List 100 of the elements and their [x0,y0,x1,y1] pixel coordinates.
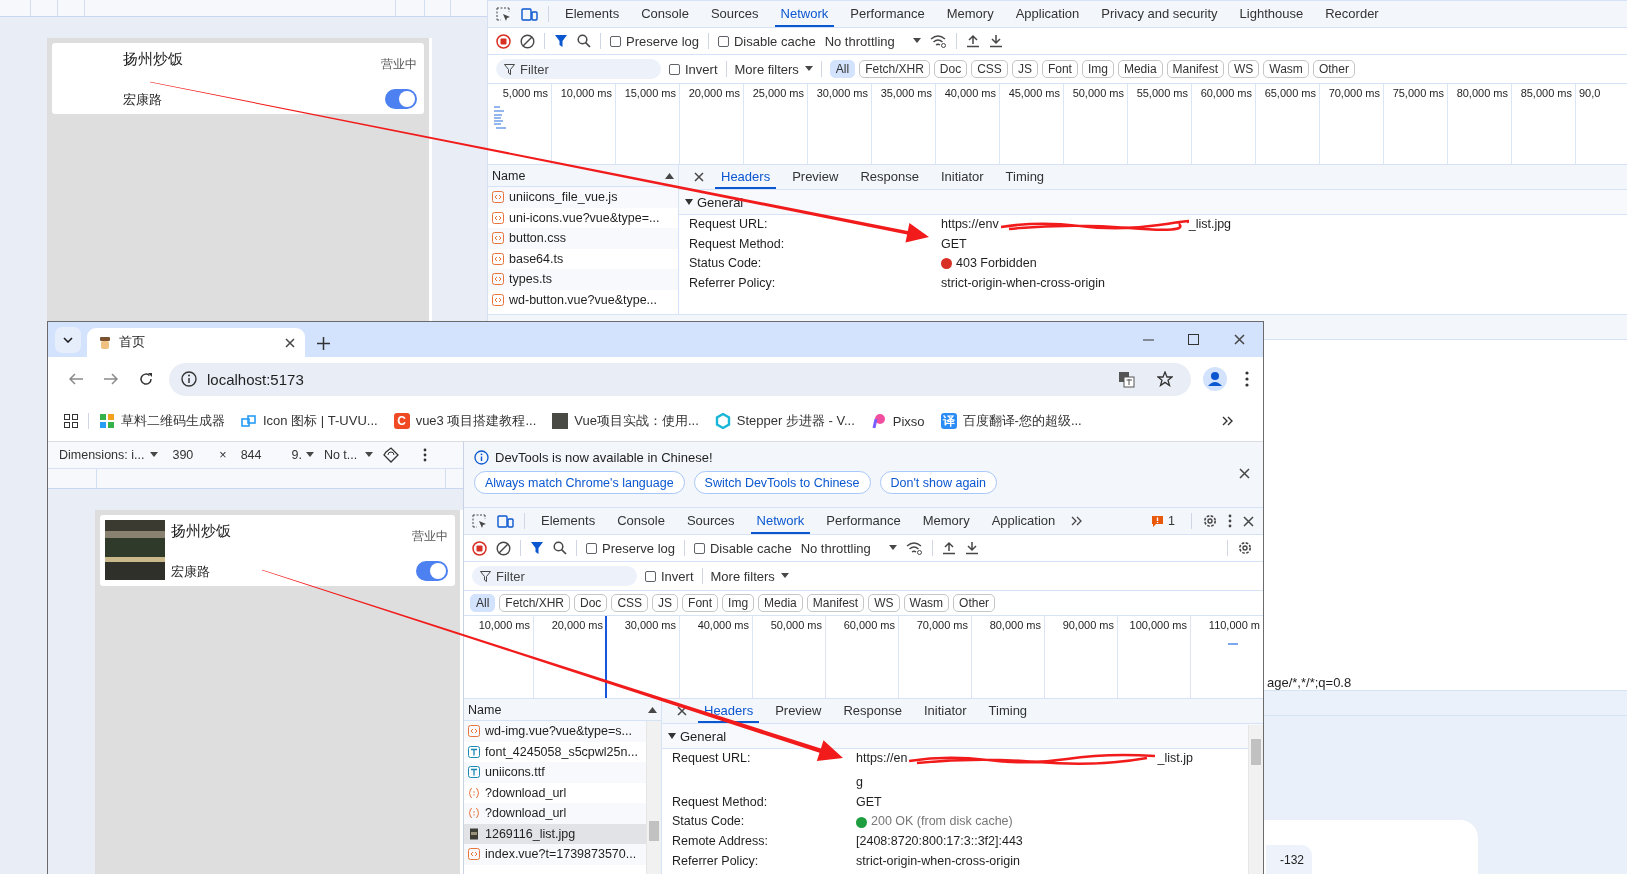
detail-tab[interactable]: Timing [999,165,1051,189]
devtools-tab[interactable]: Network [750,508,811,534]
checkbox[interactable] [718,35,729,47]
notice-button[interactable]: Don't show again [879,471,998,494]
devtools-tab[interactable]: Application [1009,1,1086,27]
devtools-tab[interactable]: Lighthouse [1233,1,1310,27]
address-bar[interactable]: localhost:5173 [169,362,1191,396]
type-filter-chip[interactable]: Font [1041,60,1078,78]
checkbox[interactable] [669,63,680,75]
toggle-switch[interactable] [416,561,448,581]
type-filter-chip[interactable]: Media [758,594,803,612]
request-row[interactable]: button.css [488,228,678,249]
request-row[interactable]: index.vue?t=1739873570... [464,844,646,865]
request-row[interactable]: wd-button.vue?vue&type... [488,289,678,310]
devtools-tab[interactable]: Privacy and security [1095,1,1224,27]
devtools-tab[interactable]: Elements [535,508,602,534]
request-row[interactable]: uniicons.ttf [464,762,646,783]
filter-field[interactable]: Filter [472,566,637,586]
request-row[interactable]: font_4245058_s5cpwl25n... [464,741,646,762]
checkbox[interactable] [610,35,621,47]
more-options-icon[interactable] [1228,514,1232,528]
devtools-tab[interactable]: Recorder [1319,1,1385,27]
search-icon[interactable] [553,541,567,555]
detail-tab[interactable]: Preview [769,699,828,723]
rotate-icon[interactable] [383,447,400,463]
type-filter-chip[interactable]: Img [1081,60,1114,78]
sort-icon[interactable] [648,706,657,713]
close-icon[interactable] [284,336,296,349]
more-options-icon[interactable] [1245,371,1249,387]
bookmark-link[interactable]: Stepper 步进器 - V... [736,412,855,430]
type-filter-chip[interactable]: Wasm [1263,60,1309,78]
type-filter-chip[interactable]: Other [1312,60,1355,78]
upload-icon[interactable] [965,34,980,48]
request-row[interactable]: types.ts [488,269,678,290]
type-filter-chip[interactable]: JS [652,594,679,612]
detail-tab[interactable]: Initiator [917,699,973,723]
close-icon[interactable] [1233,333,1246,346]
record-icon[interactable] [496,33,511,49]
request-row[interactable]: ?download_url [464,803,646,824]
settings-icon[interactable] [1202,513,1218,529]
forward-icon[interactable] [103,373,118,385]
device-dropdown[interactable]: Dimensions: i... [59,448,159,462]
issues-counter[interactable]: 1 [1152,514,1181,528]
width-field[interactable]: 390 [168,448,198,462]
profile-avatar-icon[interactable] [1203,367,1227,391]
type-filter-chip[interactable]: JS [1011,60,1038,78]
bookmark-link[interactable]: Icon 图标 | T-UVU... [263,412,378,430]
device-toggle-icon[interactable] [497,514,514,528]
back-icon[interactable] [68,373,83,385]
close-icon[interactable] [693,171,705,183]
section-title[interactable]: General [697,194,744,210]
sort-icon[interactable] [665,172,674,179]
height-field[interactable]: 844 [236,448,266,462]
tab-search-button[interactable] [55,327,81,353]
filter-icon[interactable] [554,34,568,48]
request-row[interactable]: uniicons_file_vue.js [488,187,678,208]
devtools-tab[interactable]: Application [985,508,1062,534]
toggle-switch[interactable] [385,89,417,109]
request-row[interactable]: base64.ts [488,248,678,269]
type-filter-chip[interactable]: All [829,60,856,78]
detail-tab[interactable]: Response [854,165,925,189]
section-title[interactable]: General [680,728,727,744]
close-icon[interactable] [1242,514,1255,528]
type-filter-chip[interactable]: Doc [933,60,968,78]
more-filters-dropdown[interactable]: More filters [734,61,813,77]
devtools-tab[interactable]: Memory [940,1,1000,27]
inspect-icon[interactable] [472,513,487,529]
request-row[interactable]: ?download_url [464,782,646,803]
column-header[interactable]: Name [492,168,526,183]
type-filter-chip[interactable]: Fetch/XHR [499,594,571,612]
type-filter-chip[interactable]: CSS [971,60,1008,78]
network-conditions-icon[interactable] [905,541,923,555]
detail-tab[interactable]: Response [837,699,908,723]
more-bookmarks-icon[interactable] [1222,416,1233,426]
cloud-logo-icon[interactable] [241,414,257,428]
devtools-tab[interactable]: Sources [704,1,765,27]
checkbox[interactable] [694,542,705,554]
detail-tab[interactable]: Timing [982,699,1034,723]
devtools-tab[interactable]: Network [774,1,835,27]
throttling-dropdown[interactable]: No throttling [800,540,897,556]
maximize-icon[interactable] [1188,334,1199,345]
scrollbar[interactable] [646,721,661,874]
settings-icon[interactable] [1237,540,1253,556]
devtools-tab[interactable]: Memory [916,508,976,534]
type-filter-chip[interactable]: CSS [611,594,649,612]
detail-tab[interactable]: Preview [786,165,845,189]
devtools-tab[interactable]: Elements [559,1,626,27]
reload-icon[interactable] [138,372,153,386]
devtools-tab[interactable]: Performance [844,1,931,27]
detail-tab[interactable]: Initiator [934,165,990,189]
bookmark-link[interactable]: 百度翻译-您的超级... [962,412,1082,430]
more-filters-dropdown[interactable]: More filters [710,568,789,584]
type-filter-chip[interactable]: Media [1117,60,1163,78]
translate-icon[interactable] [1118,370,1135,388]
record-icon[interactable] [472,540,487,556]
more-options-icon[interactable] [423,448,428,462]
devtools-tab[interactable]: Console [635,1,695,27]
request-row[interactable]: uni-icons.vue?vue&type=... [488,207,678,228]
zoom-dropdown[interactable]: 9. [291,448,314,462]
column-header[interactable]: Name [468,702,502,717]
